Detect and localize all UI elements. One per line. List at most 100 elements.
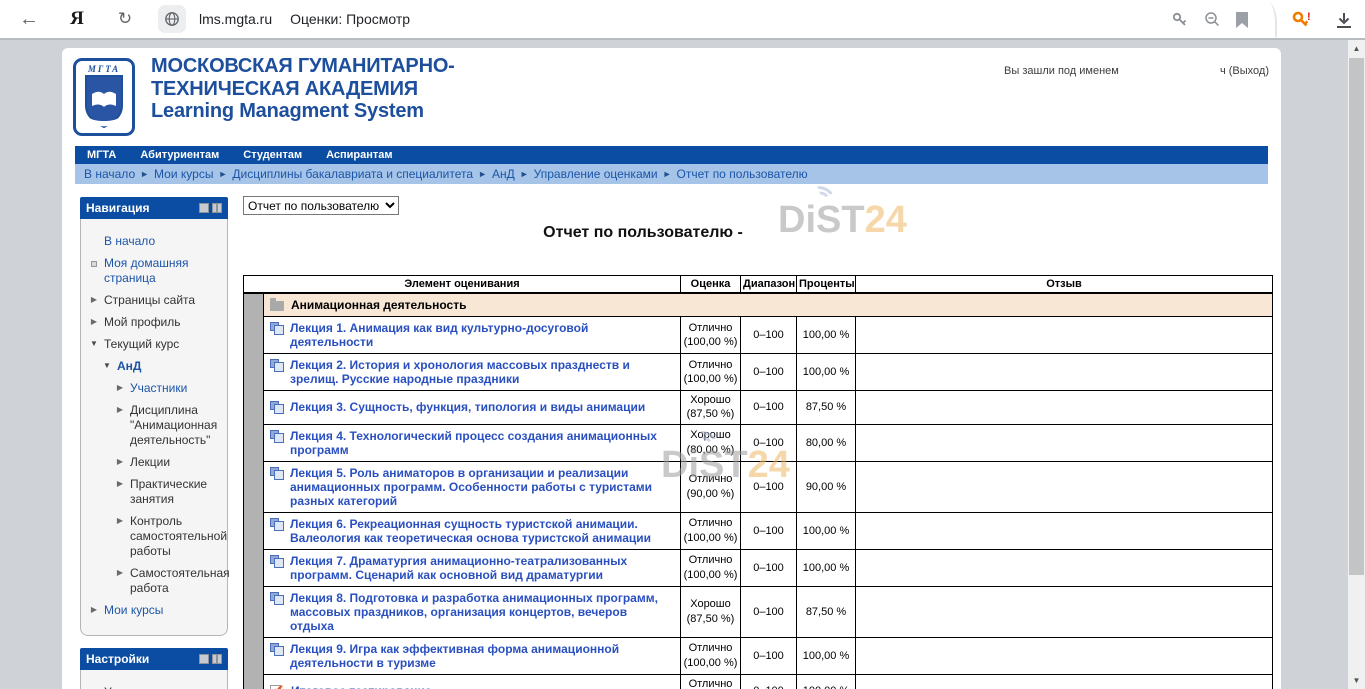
grade-item-link[interactable]: Лекция 8. Подготовка и разработка анимац… <box>290 591 674 633</box>
tree-expanded-icon[interactable]: ▼ <box>102 359 112 374</box>
percent-cell: 87,50 % <box>797 391 856 425</box>
feedback-cell <box>856 512 1273 549</box>
range-cell: 0–100 <box>741 354 797 391</box>
navigation-label-0[interactable]: В начало <box>104 234 155 249</box>
scroll-up-icon[interactable]: ▲ <box>1348 40 1365 57</box>
block-dock-icon[interactable] <box>212 654 222 664</box>
block-collapse-icon[interactable] <box>199 203 209 213</box>
percent-cell: 90,00 % <box>797 461 856 512</box>
tree-collapsed-icon[interactable]: ▶ <box>89 315 99 330</box>
academy-shield-icon <box>82 74 126 130</box>
navigation-block-header: Навигация <box>80 197 228 219</box>
navigation-label-6[interactable]: Участники <box>130 381 187 396</box>
grade-item-link[interactable]: Лекция 2. История и хронология массовых … <box>290 358 674 386</box>
breadcrumb-link-3[interactable]: АнД <box>492 167 515 181</box>
report-title: Отчет по пользователю - <box>243 224 1043 242</box>
grade-item-link[interactable]: Лекция 4. Технологический процесс создан… <box>290 429 674 457</box>
grade-cell: Отлично(100,00 %) <box>681 354 741 391</box>
navigation-item-0: В начало <box>89 234 223 249</box>
feedback-cell <box>856 424 1273 461</box>
svg-text:!: ! <box>1307 11 1311 23</box>
top-menu-item-2[interactable]: Студентам <box>231 149 314 161</box>
navigation-label-1[interactable]: Моя домашняя страница <box>104 256 223 286</box>
grade-item-link[interactable]: Лекция 7. Драматургия анимационно-театра… <box>290 554 674 582</box>
tree-collapsed-icon[interactable]: ▶ <box>115 566 125 596</box>
range-cell: 0–100 <box>741 674 797 689</box>
block-collapse-icon[interactable] <box>199 654 209 664</box>
address-page-title[interactable]: Оценки: Просмотр <box>290 11 410 27</box>
breadcrumb-link-2[interactable]: Дисциплины бакалавриата и специалитета <box>232 167 473 181</box>
hierarchy-strip <box>244 674 264 689</box>
grade-item-link[interactable]: Лекция 1. Анимация как вид культурно-дос… <box>290 321 674 349</box>
top-menu-item-1[interactable]: Абитуриентам <box>128 149 231 161</box>
item-name-cell: Лекция 5. Роль аниматоров в организации … <box>264 461 681 512</box>
tree-collapsed-icon[interactable]: ▶ <box>115 455 125 470</box>
breadcrumb-link-5[interactable]: Отчет по пользователю <box>677 167 808 181</box>
address-url[interactable]: lms.mgta.ru <box>199 11 272 27</box>
range-cell: 0–100 <box>741 549 797 586</box>
grade-cell: Отлично(100,00 %) <box>681 674 741 689</box>
scroll-down-icon[interactable]: ▼ <box>1348 672 1365 689</box>
tree-collapsed-icon[interactable]: ▶ <box>115 403 125 448</box>
tree-collapsed-icon[interactable]: ▶ <box>115 381 125 396</box>
grade-item-link[interactable]: Лекция 9. Игра как эффективная форма ани… <box>290 642 674 670</box>
grade-item-row-9: Лекция 9. Игра как эффективная форма ани… <box>244 637 1273 674</box>
top-menu-item-3[interactable]: Аспирантам <box>314 149 404 161</box>
grade-item-link[interactable]: Лекция 3. Сущность, функция, типология и… <box>290 400 645 414</box>
grade-cell: Хорошо(80,00 %) <box>681 424 741 461</box>
key-icon[interactable] <box>1171 11 1189 29</box>
breadcrumb-separator: ► <box>218 169 227 179</box>
block-dock-icon[interactable] <box>212 203 222 213</box>
bookmark-icon[interactable] <box>1235 12 1249 29</box>
zoom-search-icon[interactable] <box>1203 11 1221 29</box>
navigation-label-5[interactable]: АнД <box>117 359 141 374</box>
breadcrumb-link-4[interactable]: Управление оценками <box>534 167 658 181</box>
download-icon[interactable] <box>1337 13 1351 28</box>
item-name-cell: Лекция 9. Игра как эффективная форма ани… <box>264 637 681 674</box>
password-alert-icon[interactable]: ! <box>1291 10 1313 30</box>
percent-cell: 100,00 % <box>797 549 856 586</box>
yandex-logo-icon[interactable]: Я <box>62 4 92 34</box>
grade-item-link[interactable]: Итоговое тестирование <box>291 684 432 689</box>
breadcrumb-link-0[interactable]: В начало <box>84 167 135 181</box>
navigation-label-10: Контроль самостоятельной работы <box>130 514 227 559</box>
browser-scrollbar[interactable]: ▲ ▼ <box>1348 40 1365 689</box>
navigation-label-11: Самостоятельная работа <box>130 566 230 596</box>
grade-item-link[interactable]: Лекция 5. Роль аниматоров в организации … <box>290 466 674 508</box>
report-type-select[interactable]: Отчет по пользователю <box>243 196 399 215</box>
back-icon[interactable]: ← <box>14 4 44 34</box>
feedback-cell <box>856 317 1273 354</box>
tree-collapsed-icon[interactable]: ▶ <box>115 514 125 559</box>
feedback-cell <box>856 637 1273 674</box>
navigation-item-10: ▶Контроль самостоятельной работы <box>89 514 223 559</box>
category-row: Анимационная деятельность <box>244 293 1273 317</box>
navigation-label-12[interactable]: Мои курсы <box>104 603 163 618</box>
tree-expanded-icon[interactable]: ▼ <box>89 337 99 352</box>
lesson-icon <box>270 592 284 605</box>
percent-cell: 80,00 % <box>797 424 856 461</box>
navigation-item-1: Моя домашняя страница <box>89 256 223 286</box>
col-header-percent: Проценты <box>797 276 856 294</box>
navigation-item-7: ▶Дисциплина "Анимационная деятельность" <box>89 403 223 448</box>
scrollbar-thumb[interactable] <box>1349 58 1364 575</box>
breadcrumb-separator: ► <box>520 169 529 179</box>
settings-block: Настройки ▼Управление оценкамиОбзорный о… <box>80 648 228 689</box>
range-cell: 0–100 <box>741 637 797 674</box>
globe-icon <box>164 11 180 27</box>
logout-link[interactable]: ч (Выход) <box>1220 65 1269 77</box>
tree-expanded-icon[interactable]: ▼ <box>89 685 99 689</box>
grade-item-link[interactable]: Лекция 6. Рекреационная сущность туристс… <box>290 517 674 545</box>
refresh-icon[interactable]: ↻ <box>110 4 140 34</box>
breadcrumb-link-1[interactable]: Мои курсы <box>154 167 213 181</box>
tree-collapsed-icon[interactable]: ▶ <box>89 293 99 308</box>
navigation-label-3: Мой профиль <box>104 315 181 330</box>
breadcrumb: В начало ► Мои курсы ► Дисциплины бакалавриа… <box>75 164 1268 184</box>
tree-collapsed-icon[interactable]: ▶ <box>115 477 125 507</box>
site-globe-chip[interactable] <box>158 5 186 33</box>
top-menu-item-0[interactable]: МГТА <box>75 149 128 161</box>
grade-item-row-6: Лекция 6. Рекреационная сущность туристс… <box>244 512 1273 549</box>
navigation-label-2: Страницы сайта <box>104 293 195 308</box>
tree-collapsed-icon[interactable]: ▶ <box>89 603 99 618</box>
hierarchy-strip <box>244 391 264 425</box>
item-name-cell: Лекция 8. Подготовка и разработка анимац… <box>264 586 681 637</box>
